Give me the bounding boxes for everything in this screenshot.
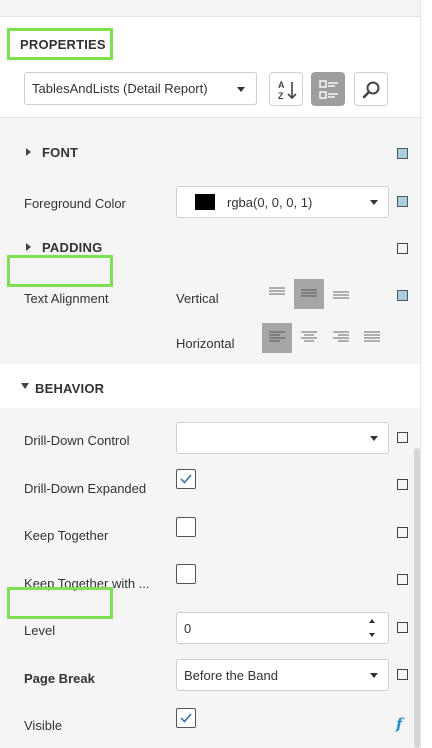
align-left-icon (269, 331, 285, 342)
modified-marker (397, 148, 408, 159)
right-edge (420, 0, 432, 748)
align-center-button[interactable] (294, 323, 324, 353)
page-break-label: Page Break (24, 671, 95, 686)
page-break-select[interactable]: Before the Band (176, 659, 389, 691)
properties-panel: FONT Foreground Color rgba(0, 0, 0, 1) P… (0, 117, 420, 748)
visible-highlight (7, 587, 113, 619)
chevron-down-icon (370, 673, 378, 678)
align-top-button[interactable] (262, 279, 292, 309)
modified-marker (397, 290, 408, 301)
foreground-color-value: rgba(0, 0, 0, 1) (227, 195, 313, 210)
align-justify-icon (364, 331, 380, 342)
chevron-down-icon (237, 87, 245, 92)
horizontal-label: Horizontal (176, 336, 235, 351)
page-break-value: Before the Band (184, 668, 278, 683)
default-marker (397, 432, 408, 443)
chevron-right-icon[interactable] (26, 148, 31, 156)
align-justify-button[interactable] (357, 323, 387, 353)
svg-text:Z: Z (278, 91, 284, 101)
level-label: Level (24, 623, 56, 638)
text-alignment-label: Text Alignment (24, 291, 109, 306)
behavior-highlight (7, 255, 113, 287)
default-marker (397, 669, 408, 680)
level-value: 0 (184, 621, 192, 636)
default-marker (397, 479, 408, 490)
report-select[interactable]: TablesAndLists (Detail Report) (24, 72, 257, 105)
group-font[interactable]: FONT (42, 145, 78, 160)
top-strip (0, 0, 420, 17)
sort-az-icon: A Z (278, 80, 297, 101)
keep-together-with-checkbox[interactable] (176, 564, 196, 584)
svg-text:A: A (278, 80, 285, 90)
categories-icon (319, 80, 338, 99)
align-left-button[interactable] (262, 323, 292, 353)
default-marker (397, 243, 408, 254)
foreground-color-select[interactable]: rgba(0, 0, 0, 1) (176, 186, 389, 218)
chevron-down-icon (370, 436, 378, 441)
visible-label: Visible (24, 718, 63, 733)
keep-together-checkbox[interactable] (176, 517, 196, 537)
group-behavior[interactable]: BEHAVIOR (35, 381, 104, 396)
search-button[interactable] (354, 72, 388, 106)
align-middle-button[interactable] (294, 279, 324, 309)
search-icon (362, 81, 380, 99)
level-spinner[interactable]: 0 (176, 612, 389, 644)
sort-alphabetical-button[interactable]: A Z (269, 72, 303, 106)
drill-down-control-label: Drill-Down Control (24, 433, 130, 448)
default-marker (397, 527, 408, 538)
align-right-button[interactable] (326, 323, 356, 353)
align-bottom-icon (333, 291, 349, 299)
visible-checkbox[interactable] (176, 708, 196, 728)
checkmark-icon (180, 713, 192, 723)
align-middle-icon (301, 289, 317, 297)
drill-down-expanded-label: Drill-Down Expanded (24, 481, 147, 496)
checkmark-icon (180, 474, 192, 484)
group-padding[interactable]: PADDING (42, 240, 102, 255)
properties-title: PROPERTIES (20, 37, 106, 52)
modified-marker (397, 196, 408, 207)
categorized-button[interactable] (311, 72, 345, 106)
foreground-color-label: Foreground Color (24, 196, 126, 211)
chevron-right-icon[interactable] (26, 243, 31, 251)
drill-down-control-select[interactable] (176, 422, 389, 454)
chevron-down-icon[interactable] (21, 383, 29, 389)
keep-together-label: Keep Together (24, 528, 109, 543)
align-bottom-button[interactable] (326, 279, 356, 309)
default-marker (397, 574, 408, 585)
report-select-value: TablesAndLists (Detail Report) (32, 81, 208, 96)
align-right-icon (333, 331, 349, 342)
spin-up-icon[interactable] (369, 619, 375, 623)
drill-down-expanded-checkbox[interactable] (176, 469, 196, 489)
vertical-label: Vertical (176, 291, 219, 306)
align-top-icon (269, 287, 285, 295)
spin-down-icon[interactable] (369, 633, 375, 637)
chevron-down-icon (370, 200, 378, 205)
expression-icon[interactable]: f (396, 715, 402, 733)
default-marker (397, 622, 408, 633)
color-swatch (195, 194, 215, 210)
align-center-icon (301, 331, 317, 342)
